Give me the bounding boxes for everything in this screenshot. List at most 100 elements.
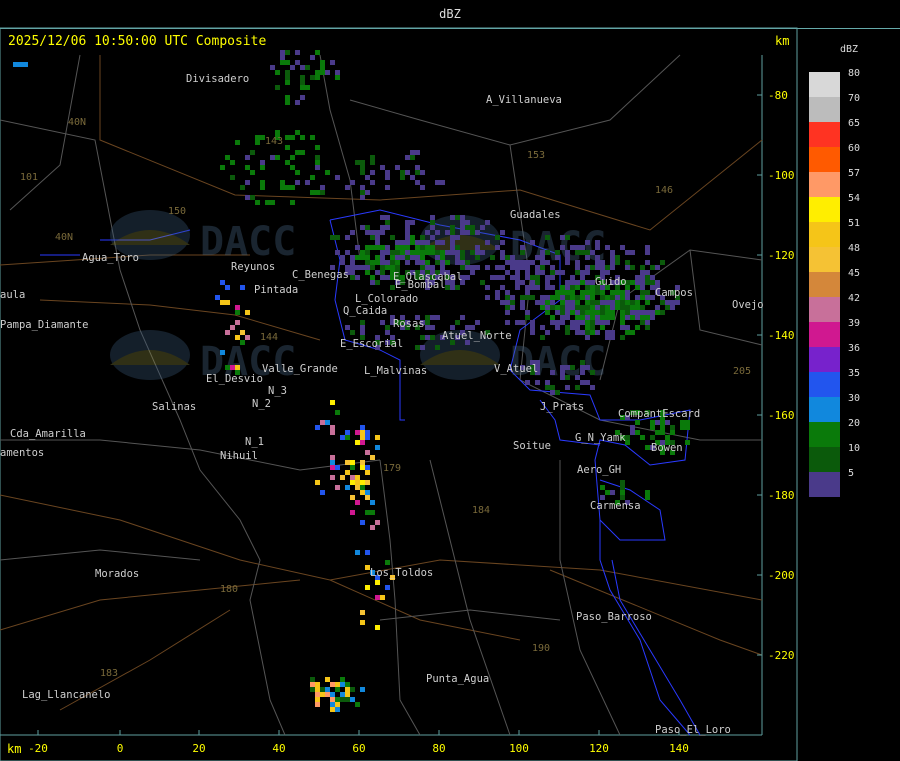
echo-cell	[575, 245, 580, 250]
echo-cell	[440, 250, 445, 255]
echo-cell	[600, 310, 605, 315]
echo-cell	[395, 240, 400, 245]
echo-cell	[310, 682, 315, 687]
echo-cell	[325, 420, 330, 425]
echo-cell	[570, 305, 575, 310]
echo-cell	[365, 470, 370, 475]
echo-cell	[625, 295, 630, 300]
echo-cell	[325, 687, 330, 692]
echo-cell	[315, 692, 320, 697]
echo-cell	[560, 370, 565, 375]
legend-swatch	[809, 372, 840, 397]
echo-cell	[355, 485, 360, 490]
route-label: 40N	[55, 232, 73, 243]
echo-cell	[565, 310, 570, 315]
echo-cell	[285, 160, 290, 165]
place-label: Agua_Toro	[82, 252, 139, 264]
echo-cell	[235, 305, 240, 310]
echo-cell	[320, 70, 325, 75]
echo-cell	[580, 305, 585, 310]
echo-cell	[505, 270, 510, 275]
echo-cell	[620, 310, 625, 315]
echo-cell	[425, 240, 430, 245]
echo-cell	[520, 265, 525, 270]
echo-cell	[405, 225, 410, 230]
echo-cell	[600, 325, 605, 330]
echo-cell	[600, 295, 605, 300]
echo-cell	[370, 275, 375, 280]
echo-cell	[420, 240, 425, 245]
echo-cell	[645, 495, 650, 500]
echo-cell	[575, 330, 580, 335]
legend-label: 54	[848, 193, 861, 204]
echo-cell	[645, 260, 650, 265]
echo-cell	[495, 275, 500, 280]
echo-cell	[365, 250, 370, 255]
echo-cell	[620, 315, 625, 320]
echo-cell	[645, 310, 650, 315]
echo-cell	[420, 245, 425, 250]
echo-cell	[540, 295, 545, 300]
echo-cell	[605, 320, 610, 325]
echo-cell	[220, 280, 225, 285]
echo-cell	[610, 290, 615, 295]
echo-cell	[420, 335, 425, 340]
echo-cell	[305, 85, 310, 90]
echo-cell	[560, 235, 565, 240]
place-label: L_Colorado	[355, 293, 418, 305]
echo-cell	[540, 260, 545, 265]
echo-cell	[460, 215, 465, 220]
echo-cell	[530, 320, 535, 325]
echo-cell	[625, 250, 630, 255]
echo-cell	[580, 295, 585, 300]
echo-cell	[300, 150, 305, 155]
echo-cell	[525, 265, 530, 270]
echo-cell	[440, 265, 445, 270]
echo-cell	[360, 320, 365, 325]
echo-cell	[395, 260, 400, 265]
echo-cell	[635, 275, 640, 280]
echo-cell	[280, 55, 285, 60]
echo-cell	[510, 260, 515, 265]
echo-cell	[595, 255, 600, 260]
echo-cell	[480, 225, 485, 230]
echo-cell	[350, 255, 355, 260]
echo-cell	[295, 150, 300, 155]
echo-cell	[645, 320, 650, 325]
echo-cell	[330, 702, 335, 707]
echo-cell	[400, 175, 405, 180]
echo-cell	[570, 300, 575, 305]
echo-cell	[570, 295, 575, 300]
echo-cell	[400, 255, 405, 260]
echo-cell	[430, 325, 435, 330]
echo-cell	[285, 75, 290, 80]
echo-cell	[410, 255, 415, 260]
echo-cell	[515, 265, 520, 270]
echo-cell	[325, 170, 330, 175]
echo-cell	[385, 265, 390, 270]
echo-cell	[375, 445, 380, 450]
echo-cell	[460, 265, 465, 270]
echo-cell	[620, 245, 625, 250]
echo-cell	[320, 185, 325, 190]
echo-cell	[345, 430, 350, 435]
echo-cell	[320, 490, 325, 495]
echo-cell	[335, 75, 340, 80]
echo-cell	[600, 300, 605, 305]
echo-cell	[370, 260, 375, 265]
echo-cell	[295, 60, 300, 65]
echo-cell	[365, 175, 370, 180]
echo-cell	[650, 425, 655, 430]
echo-cell	[505, 295, 510, 300]
echo-cell	[450, 225, 455, 230]
echo-cell	[555, 320, 560, 325]
echo-cell	[645, 280, 650, 285]
echo-cell	[425, 245, 430, 250]
echo-cell	[325, 692, 330, 697]
legend-swatch	[809, 347, 840, 372]
echo-cell	[375, 255, 380, 260]
echo-cell	[455, 215, 460, 220]
radar-map[interactable]: DACC DACC DACC DACC -20 0 20 40 60 80 100 120 14…	[0, 0, 900, 761]
echo-cell	[425, 315, 430, 320]
echo-cell	[625, 265, 630, 270]
